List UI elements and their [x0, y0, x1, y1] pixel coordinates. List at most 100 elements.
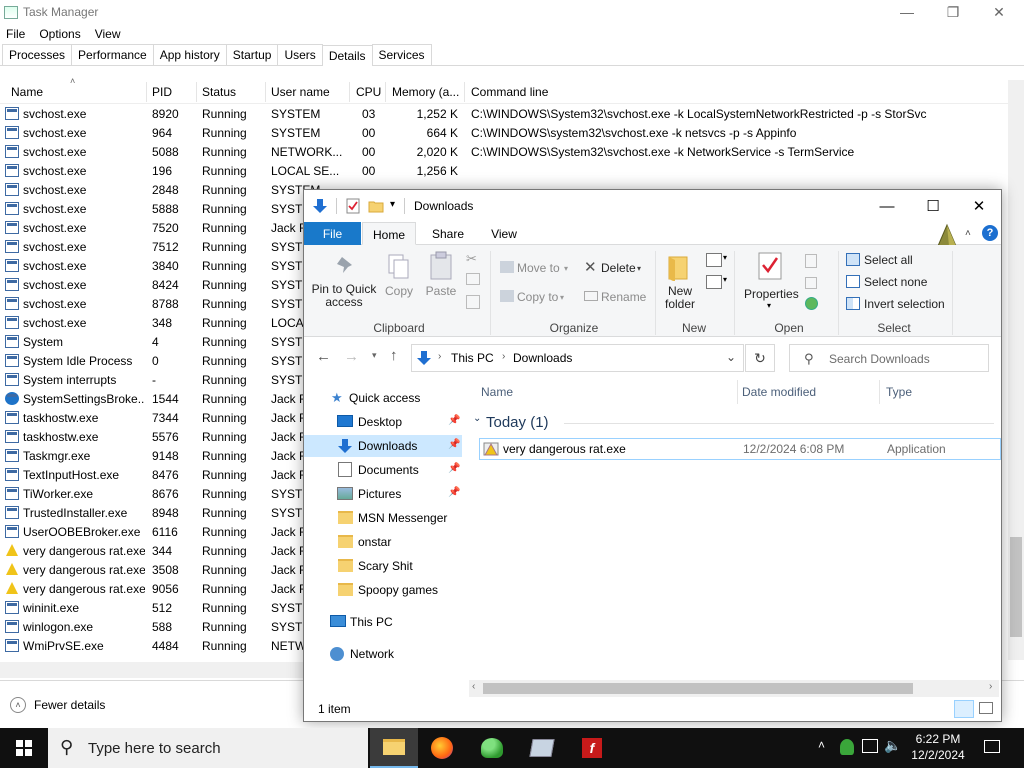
minimize-button[interactable]: —: [864, 190, 910, 222]
nav-pictures[interactable]: Pictures 📌: [304, 483, 462, 505]
breadcrumb-downloads[interactable]: Downloads: [513, 351, 572, 365]
new-folder-icon[interactable]: [368, 198, 384, 214]
group-header[interactable]: Today (1): [486, 414, 549, 431]
tab-startup[interactable]: Startup: [225, 44, 279, 65]
nav-spoopy-games[interactable]: Spoopy games: [304, 579, 462, 601]
col-divider[interactable]: [349, 82, 350, 102]
maximize-button[interactable]: ☐: [910, 190, 956, 222]
new-folder-button[interactable]: New folder: [660, 285, 700, 311]
col-divider[interactable]: [196, 82, 197, 102]
paste-button[interactable]: Paste: [422, 285, 460, 298]
nav-scary-shit[interactable]: Scary Shit: [304, 555, 462, 577]
chevron-down-icon[interactable]: ⌄: [726, 350, 736, 364]
chevron-up-icon[interactable]: ˄: [818, 738, 825, 752]
ribbon-tab-home[interactable]: Home: [362, 222, 416, 245]
col-cpu[interactable]: CPU: [356, 85, 381, 99]
up-arrow-icon[interactable]: ↑: [390, 347, 398, 364]
restore-button[interactable]: ❐: [930, 0, 976, 24]
col-divider[interactable]: [737, 380, 738, 404]
address-bar[interactable]: › This PC › Downloads ⌄: [411, 344, 744, 372]
customize-toolbar-icon[interactable]: ▾: [390, 199, 395, 210]
cut-icon[interactable]: ✂: [466, 251, 477, 267]
close-button[interactable]: ✕: [956, 190, 1002, 222]
scroll-right-icon[interactable]: ›: [989, 681, 992, 692]
nav-downloads[interactable]: Downloads 📌: [304, 435, 462, 457]
col-name[interactable]: Name: [481, 385, 513, 399]
table-row[interactable]: svchost.exe 964 Running SYSTEM 00 664 K C:\WIN…: [0, 124, 1008, 143]
fewer-details-button[interactable]: ˄ Fewer details: [10, 697, 105, 713]
tab-performance[interactable]: Performance: [71, 44, 154, 65]
menu-file[interactable]: File: [6, 27, 25, 41]
col-divider[interactable]: [265, 82, 266, 102]
close-button[interactable]: ✕: [976, 0, 1022, 24]
new-item-icon[interactable]: [706, 253, 722, 267]
start-button[interactable]: [0, 728, 48, 768]
file-row[interactable]: very dangerous rat.exe 12/2/2024 6:08 PM…: [479, 438, 1001, 460]
col-memory[interactable]: Memory (a...: [392, 85, 459, 99]
scroll-left-icon[interactable]: ‹: [472, 681, 475, 692]
properties-button[interactable]: Properties: [744, 288, 799, 301]
copy-path-icon[interactable]: [466, 273, 480, 285]
nav-documents[interactable]: Documents 📌: [304, 459, 462, 481]
refresh-button[interactable]: ↻: [745, 344, 775, 372]
recent-locations-icon[interactable]: ▾: [372, 350, 377, 361]
chevron-down-icon[interactable]: ⌄: [473, 413, 481, 424]
nav-this-pc[interactable]: This PC: [304, 611, 462, 633]
invert-selection-button[interactable]: Invert selection: [864, 298, 945, 311]
paste-shortcut-icon[interactable]: [466, 295, 480, 309]
nav-onstar[interactable]: onstar: [304, 531, 462, 553]
minimize-button[interactable]: —: [884, 0, 930, 24]
taskbar-file-explorer[interactable]: [370, 728, 418, 768]
nav-network[interactable]: Network: [304, 643, 462, 665]
open-icon[interactable]: [805, 254, 817, 268]
col-divider[interactable]: [385, 82, 386, 102]
scrollbar-thumb[interactable]: [1010, 537, 1022, 637]
msn-tray-icon[interactable]: [840, 739, 854, 755]
ribbon-tab-share[interactable]: Share: [424, 222, 472, 245]
ribbon-tab-file[interactable]: File: [304, 222, 361, 245]
col-date-modified[interactable]: Date modified: [742, 385, 816, 399]
collapse-ribbon-icon[interactable]: ˄: [965, 228, 971, 239]
scrollbar-thumb[interactable]: [483, 683, 913, 694]
taskbar-firefox[interactable]: [418, 728, 466, 768]
col-status[interactable]: Status: [202, 85, 236, 99]
menu-view[interactable]: View: [95, 27, 121, 41]
tab-app-history[interactable]: App history: [152, 44, 227, 65]
col-command-line[interactable]: Command line: [471, 85, 548, 99]
col-username[interactable]: User name: [271, 85, 330, 99]
horizontal-scrollbar[interactable]: ‹ ›: [469, 680, 999, 697]
delete-button[interactable]: Delete: [601, 262, 636, 275]
col-divider[interactable]: [464, 82, 465, 102]
table-row[interactable]: svchost.exe 8920 Running SYSTEM 03 1,252 K C:\…: [0, 105, 1008, 124]
menu-options[interactable]: Options: [39, 27, 80, 41]
col-pid[interactable]: PID: [152, 85, 172, 99]
nav-quick-access[interactable]: ★ Quick access: [304, 387, 469, 409]
taskbar-flash[interactable]: f: [568, 728, 616, 768]
taskbar-search[interactable]: ⚲ Type here to search: [48, 728, 368, 768]
col-type[interactable]: Type: [886, 385, 912, 399]
clock[interactable]: 6:22 PM 12/2/2024: [908, 731, 968, 763]
col-name[interactable]: Name: [11, 85, 43, 99]
tab-details[interactable]: Details: [321, 45, 373, 66]
edit-icon[interactable]: [805, 277, 817, 289]
help-icon[interactable]: ?: [982, 225, 998, 241]
move-to-button[interactable]: Move to: [517, 262, 560, 275]
copy-button[interactable]: Copy: [382, 285, 416, 298]
easy-access-icon[interactable]: [706, 275, 722, 289]
copy-to-button[interactable]: Copy to: [517, 291, 558, 304]
volume-icon[interactable]: 🔈: [884, 737, 901, 754]
tab-processes[interactable]: Processes: [2, 44, 73, 65]
select-all-button[interactable]: Select all: [864, 254, 913, 267]
ribbon-tab-view[interactable]: View: [480, 222, 528, 245]
rename-button[interactable]: Rename: [601, 291, 646, 304]
notifications-icon[interactable]: [984, 740, 1000, 753]
nav-msn-messenger[interactable]: MSN Messenger: [304, 507, 462, 529]
pin-to-quick-access-button[interactable]: Pin to Quick access: [310, 283, 378, 309]
details-view-icon[interactable]: [954, 700, 974, 718]
search-box[interactable]: ⚲ Search Downloads: [789, 344, 989, 372]
large-icons-view-icon[interactable]: [979, 702, 993, 714]
taskbar-app[interactable]: [518, 728, 566, 768]
select-none-button[interactable]: Select none: [864, 276, 927, 289]
horizontal-scrollbar[interactable]: [0, 662, 310, 678]
breadcrumb-this-pc[interactable]: This PC: [451, 351, 494, 365]
